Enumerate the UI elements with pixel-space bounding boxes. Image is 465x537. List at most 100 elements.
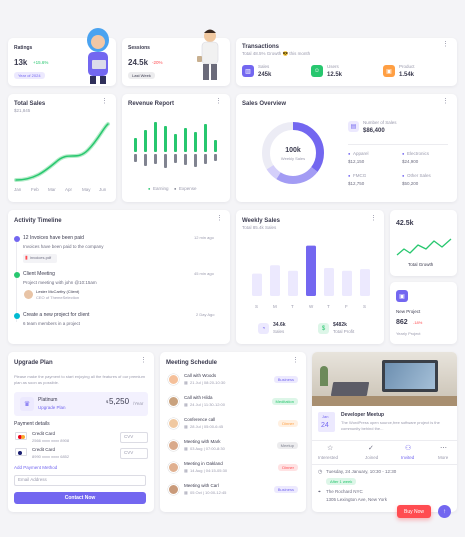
box-icon: ▣ [383, 65, 395, 77]
sales-overview-card: Sales Overview ⋮ 100k Weekly Sales ▤ Num… [236, 94, 457, 202]
location-icon: ⌖ [318, 489, 321, 495]
meeting-date: 28 Jul | 05:00-6:45 [190, 424, 224, 429]
sales-overview-title: Sales Overview [242, 101, 287, 107]
event-relative-badge: After 1 week [326, 478, 357, 485]
total-growth-line-chart [396, 238, 452, 256]
activity-item-desc: Invoices have been paid to the company [23, 244, 104, 249]
activity-item-time: 45 min ago [194, 271, 214, 276]
attachment-name: invoices.pdf [30, 255, 52, 260]
timeline-dot [13, 236, 20, 242]
weekly-sales-subtitle: Total 85.4k Sales [242, 225, 277, 230]
month-label: Mar [48, 187, 56, 192]
revenue-report-title: Revenue Report [128, 101, 175, 107]
weekday-label: S [255, 304, 259, 309]
scroll-top-button[interactable]: ↑ [438, 505, 451, 518]
meeting-tag: Business [273, 376, 298, 383]
weekly-bar [342, 270, 352, 296]
ratings-title: Ratings [14, 45, 33, 51]
transactions-users-label: Users [327, 64, 339, 69]
expense-bar [204, 154, 207, 164]
upgrade-more-icon[interactable]: ⋮ [140, 357, 147, 369]
transactions-product-value: 1.54k [399, 72, 415, 78]
total-sales-more-icon[interactable]: ⋮ [101, 98, 108, 110]
plan-upgrade-link[interactable]: Upgrade Plan [38, 405, 66, 411]
buy-now-button[interactable]: Buy Now [397, 505, 431, 518]
revenue-more-icon[interactable]: ⋮ [215, 98, 222, 110]
meeting-name: Meeting with Mark [184, 439, 221, 444]
meeting-date: 05 Oct | 10:00-12:45 [190, 490, 227, 495]
action-more[interactable]: More [438, 455, 448, 461]
weekly-sales-more-icon[interactable]: ⋮ [370, 215, 377, 227]
email-placeholder: Email Address [18, 477, 47, 482]
orders-label: Number of Sales [363, 120, 397, 125]
weekly-sales-label: Sales [273, 329, 285, 334]
earning-bar [184, 128, 187, 152]
card-name: Credit Card [32, 447, 56, 452]
users-icon[interactable]: ⚇ [405, 445, 411, 452]
timeline-dot [13, 272, 20, 278]
weekly-sales-value: 34.6k [273, 322, 286, 328]
transactions-more-icon[interactable]: ⋮ [442, 41, 449, 53]
transactions-subtitle: Total 48.5% Growth 😎 this month [242, 51, 311, 56]
meeting-more-icon[interactable]: ⋮ [292, 357, 299, 369]
meeting-name: Conference call [184, 417, 216, 422]
contact-now-button[interactable]: Contact Now [14, 492, 146, 504]
avatar [168, 418, 179, 429]
action-interested[interactable]: Interested [318, 455, 338, 461]
expense-bar [174, 154, 177, 163]
cvv-placeholder: CVV [124, 434, 134, 439]
meeting-schedule-card: Meeting Schedule ⋮ Call with Woods ▦ 21 Ju… [160, 352, 306, 512]
weekly-bar [252, 273, 262, 296]
card-number: 2566 xxxx xxxx 8908 [32, 438, 70, 443]
meeting-title: Meeting Schedule [166, 360, 218, 366]
fmcg-value: $12,750 [348, 181, 365, 186]
plan-name: Platinum [38, 397, 58, 403]
avatar [168, 462, 179, 473]
earning-bar [164, 126, 167, 152]
earning-bar [194, 132, 197, 152]
briefcase-icon: ▣ [396, 290, 408, 302]
new-project-title: New Project [396, 309, 421, 314]
activity-more-icon[interactable]: ⋮ [216, 215, 223, 227]
star-icon[interactable]: ☆ [327, 445, 333, 452]
activity-item-title: Create a new project for client [23, 312, 90, 318]
expense-bar [194, 154, 197, 167]
timeline-line [16, 240, 17, 322]
pdf-icon: ▮ [25, 255, 28, 261]
meeting-tag: Meditation [271, 398, 298, 405]
avatar [168, 374, 179, 385]
more-icon[interactable]: ⋯ [440, 445, 447, 452]
total-sales-value: $21,845 [14, 108, 31, 113]
crown-icon: ♛ [20, 397, 34, 411]
chart-icon: ▥ [242, 65, 254, 77]
activity-timeline-card: Activity Timeline ⋮ 12 Invoices have bee… [8, 210, 230, 344]
event-day: 24 [321, 422, 329, 429]
transactions-card: Transactions Total 48.5% Growth 😎 this m… [236, 38, 457, 86]
weekday-label: F [345, 304, 348, 309]
add-payment-link[interactable]: Add Payment Method [14, 465, 57, 471]
action-invited[interactable]: Invited [401, 455, 414, 461]
avatar [168, 396, 179, 407]
weekly-sales-card: Weekly Sales Total 85.4k Sales ⋮ ◔ 34.6k… [236, 210, 384, 344]
client-name: Lester McCarthy (Client) [36, 289, 80, 294]
sessions-illustration [197, 29, 219, 80]
new-project-value: 862 [396, 319, 408, 326]
check-icon[interactable]: ✓ [368, 445, 374, 452]
activity-item-time: 2 Day Ago [196, 312, 215, 317]
sessions-change: -20% [152, 60, 163, 65]
legend-dot: ● [348, 151, 351, 156]
weekly-profit-value: $482k [333, 322, 347, 328]
payment-title: Payment details [14, 421, 50, 427]
plan-price: 5,250 [109, 397, 130, 406]
action-joined[interactable]: Joined [365, 455, 378, 461]
meeting-date: 14 Aug | 04:15-05:30 [190, 468, 228, 473]
meeting-date: 24 Jul | 11:30-12:00 [190, 402, 225, 407]
sales-overview-more-icon[interactable]: ⋮ [442, 98, 449, 110]
weekly-bar [306, 245, 316, 296]
calendar-icon: ▦ [184, 446, 188, 451]
earning-bar [134, 138, 137, 152]
activity-item-desc: Project meeting with john @10:15am [23, 280, 97, 285]
earning-bar [204, 124, 207, 152]
electronics-label: Electronics [407, 151, 430, 156]
month-label: Apr [65, 187, 73, 192]
